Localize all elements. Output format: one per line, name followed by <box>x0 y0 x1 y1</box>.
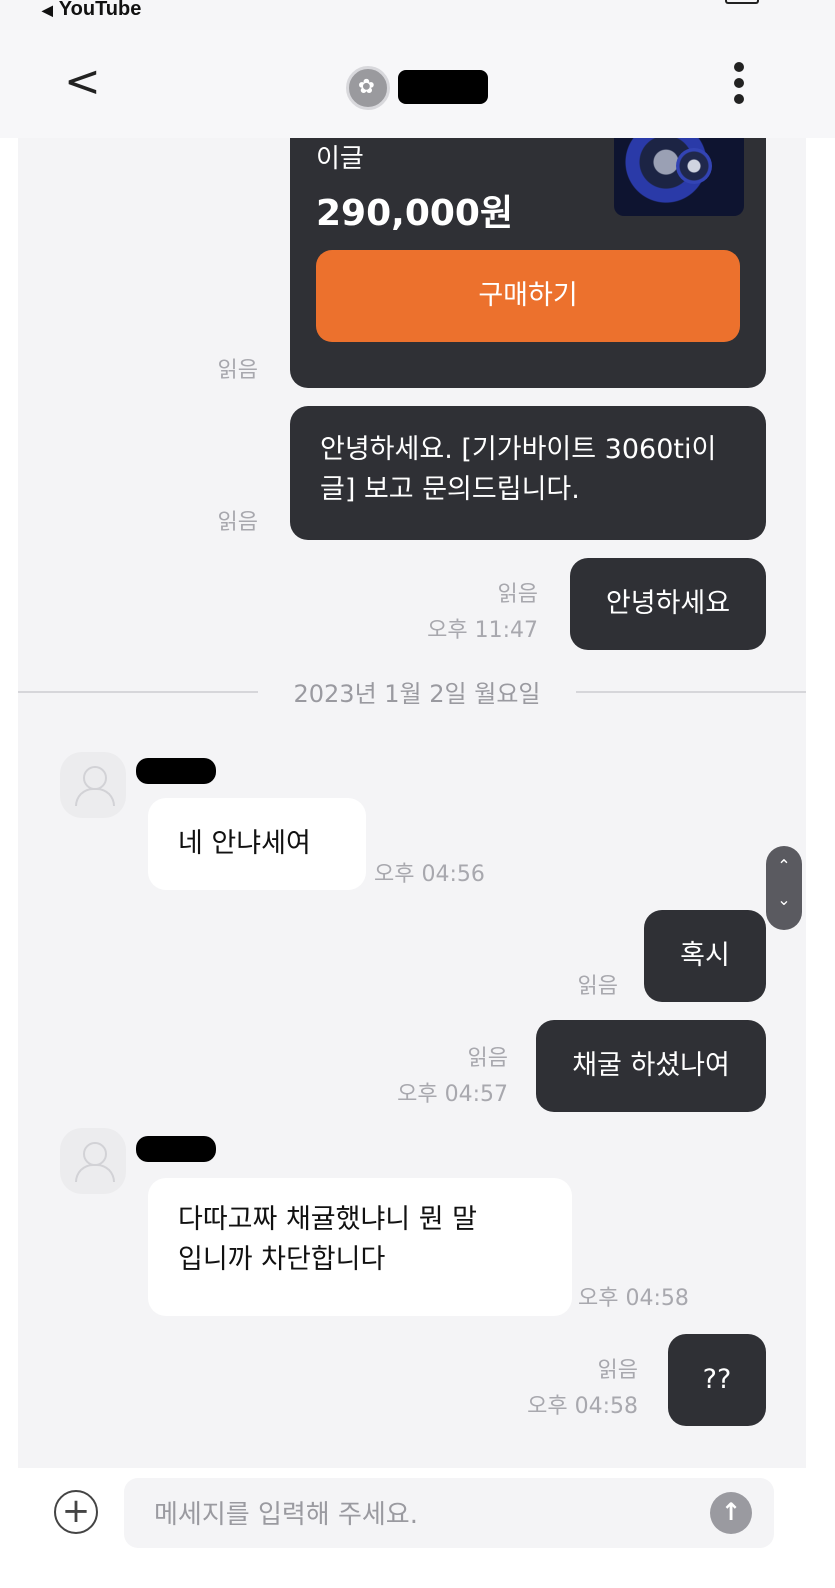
message-bubble: 채굴 하셨나여 <box>536 1020 766 1112</box>
buy-button[interactable]: 구매하기 <box>316 250 740 342</box>
send-arrow-icon[interactable]: ↑ <box>710 1492 752 1534</box>
message-input-bar: + 메세지를 입력해 주세요. ↑ <box>0 1468 835 1588</box>
read-receipt: 읽음 <box>217 510 258 535</box>
product-card[interactable]: 이글 290,000원 구매하기 <box>290 138 766 388</box>
chevron-up-icon[interactable]: ⌃ <box>766 846 802 880</box>
message-time: 오후 04:57 <box>397 1082 508 1107</box>
message-time: 오후 04:58 <box>527 1394 638 1419</box>
message-time: 오후 11:47 <box>427 618 538 643</box>
message-input[interactable]: 메세지를 입력해 주세요. ↑ <box>124 1478 774 1548</box>
scroll-control[interactable]: ⌃ ⌄ <box>766 846 802 930</box>
product-image[interactable] <box>614 138 744 216</box>
message-bubble: 네 안냐세여 <box>148 798 366 890</box>
message-time: 오후 04:56 <box>374 862 485 887</box>
input-placeholder: 메세지를 입력해 주세요. <box>154 1500 418 1530</box>
message-text-line: 입니까 차단합니다 <box>178 1244 386 1275</box>
read-receipt: 읽음 <box>217 358 258 383</box>
message-bubble: 혹시 <box>644 910 766 1002</box>
redacted-sender-name <box>136 1136 216 1162</box>
back-app-label: YouTube <box>58 0 142 20</box>
add-attachment-icon[interactable]: + <box>54 1490 98 1534</box>
message-bubble: 안녕하세요 <box>570 558 766 650</box>
read-receipt: 읽음 <box>577 974 618 999</box>
date-divider: 2023년 1월 2일 월요일 <box>293 680 541 708</box>
chat-header: < <box>0 30 835 138</box>
product-subtitle: 이글 <box>316 144 364 174</box>
more-vertical-icon[interactable] <box>732 62 746 110</box>
divider-line <box>576 691 806 693</box>
message-bubble: ?? <box>668 1334 766 1426</box>
redacted-username <box>398 70 488 104</box>
status-bar: ◀ YouTube <box>0 0 835 30</box>
message-text-line: 글] 보고 문의드립니다. <box>320 474 580 505</box>
read-receipt: 읽음 <box>467 1046 508 1071</box>
battery-icon <box>725 0 759 4</box>
chevron-left-icon[interactable]: < <box>64 60 101 104</box>
divider-line <box>18 691 258 693</box>
message-bubble: 안녕하세요. [기가바이트 3060ti이 글] 보고 문의드립니다. <box>290 406 766 540</box>
message-text-line: 다따고짜 채귤했냐니 뭔 말 <box>178 1204 477 1235</box>
avatar[interactable] <box>60 1128 126 1194</box>
chat-area[interactable]: 이글 290,000원 구매하기 읽음 안녕하세요. [기가바이트 3060ti… <box>18 138 806 1468</box>
product-price: 290,000원 <box>316 193 514 234</box>
redacted-sender-name <box>136 758 216 784</box>
read-receipt: 읽음 <box>497 582 538 607</box>
back-triangle-icon: ◀ <box>42 2 53 18</box>
message-time: 오후 04:58 <box>578 1286 689 1311</box>
profile-avatar[interactable] <box>346 66 390 110</box>
back-to-app-link[interactable]: ◀ YouTube <box>42 0 141 21</box>
avatar[interactable] <box>60 752 126 818</box>
read-receipt: 읽음 <box>597 1358 638 1383</box>
chevron-down-icon[interactable]: ⌄ <box>766 880 802 914</box>
message-text-line: 안녕하세요. [기가바이트 3060ti이 <box>320 434 717 465</box>
message-bubble: 다따고짜 채귤했냐니 뭔 말 입니까 차단합니다 <box>148 1178 572 1316</box>
